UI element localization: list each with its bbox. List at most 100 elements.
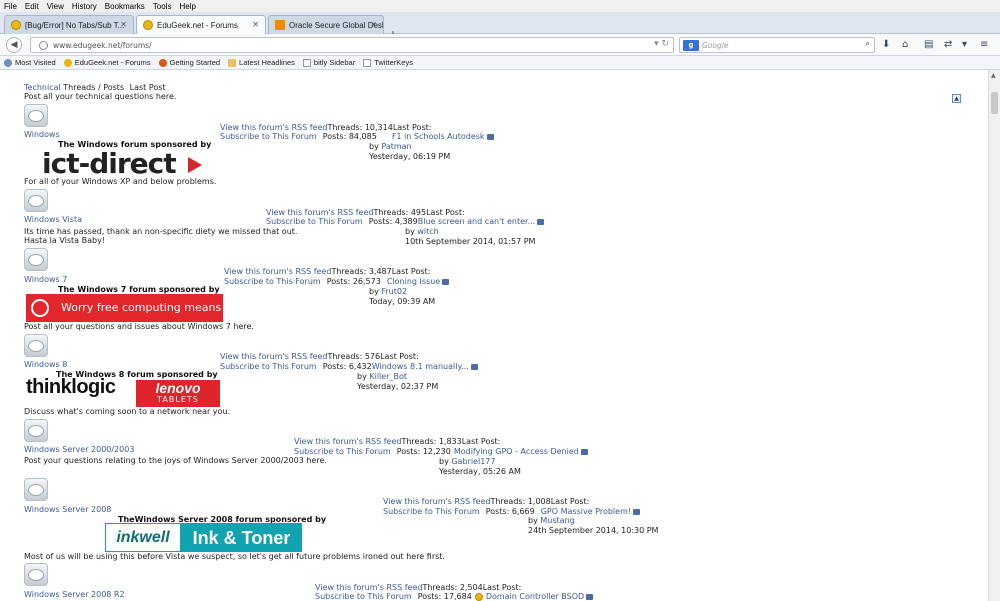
goto-post-icon[interactable] — [586, 593, 594, 600]
download-icon[interactable]: ⬇ — [882, 39, 890, 50]
rss-feed-link[interactable]: View this forum's RSS feedThreads: 576La… — [220, 352, 419, 362]
chevron-down-icon[interactable]: ▾ — [962, 39, 967, 50]
google-icon: g — [683, 40, 699, 51]
last-post-time: 10th September 2014, 01:57 PM — [405, 237, 536, 246]
forum-title-windows-server-2008-r2[interactable]: Windows Server 2008 R2 — [24, 590, 125, 600]
forum-title-windows-server-2008[interactable]: Windows Server 2008 — [24, 505, 111, 515]
forum-title-windows[interactable]: Windows — [24, 130, 60, 140]
addon-icon[interactable]: ⇄ — [944, 39, 952, 50]
rss-feed-link[interactable]: View this forum's RSS feedThreads: 1,833… — [294, 437, 500, 447]
menu-edit[interactable]: Edit — [25, 2, 39, 11]
thinklogic-logo: thinklogic — [26, 376, 116, 398]
last-post-user: by witch — [405, 227, 439, 236]
search-icon[interactable]: ⌕ — [865, 39, 870, 49]
novatech-banner[interactable]: Worry free computing means — [26, 294, 223, 322]
subscribe-link[interactable]: Subscribe to This Forum Posts: 17,684 Doma… — [315, 592, 594, 601]
goto-post-icon[interactable] — [537, 218, 545, 225]
tab-oracle[interactable]: Oracle Secure Global Deskt... ✕ — [268, 15, 384, 34]
last-post-title[interactable]: Windows 8.1 manually... — [372, 362, 469, 371]
collapse-icon[interactable]: ▲ — [952, 94, 961, 103]
edugeek-icon — [63, 58, 72, 67]
goto-post-icon[interactable] — [633, 508, 641, 515]
search-input[interactable]: g Google ⌕ — [679, 37, 875, 53]
bookmark-edugeek[interactable]: EduGeek.net - Forums — [63, 58, 151, 67]
last-post-title[interactable]: Modifying GPO - Access Denied — [454, 447, 579, 456]
subscribe-link[interactable]: Subscribe to This Forum Posts: 26,573 Clon… — [224, 277, 450, 287]
forum-description: Post all your questions and issues about… — [24, 322, 254, 331]
last-post-time: Today, 09:39 AM — [369, 297, 436, 306]
forum-title-windows-server-2003[interactable]: Windows Server 2000/2003 — [24, 445, 134, 455]
subscribe-link[interactable]: Subscribe to This Forum Posts: 12,230 Modi… — [294, 447, 588, 457]
close-icon[interactable]: ✕ — [370, 20, 377, 29]
rss-feed-link[interactable]: View this forum's RSS feedThreads: 1,008… — [383, 497, 589, 507]
menu-history[interactable]: History — [72, 2, 97, 11]
bookmark-getting-started[interactable]: Getting Started — [158, 58, 220, 67]
scrollbar-thumb[interactable] — [991, 92, 998, 114]
menu-help[interactable]: Help — [179, 2, 195, 11]
goto-post-icon[interactable] — [470, 363, 478, 370]
last-post-user: by Mustang — [528, 516, 575, 525]
inkwell-logo[interactable]: inkwell Ink & Toner — [105, 523, 302, 552]
menu-tools[interactable]: Tools — [153, 2, 172, 11]
forum-title-windows-8[interactable]: Windows 8 — [24, 360, 67, 370]
reload-icon[interactable]: ▾ ↻ — [654, 39, 669, 49]
rss-feed-link[interactable]: View this forum's RSS feedThreads: 3,487… — [224, 267, 430, 277]
tab-edugeek-forums[interactable]: EduGeek.net - Forums ✕ — [136, 15, 266, 34]
forum-description: Post your questions relating to the joys… — [24, 456, 327, 465]
globe-icon — [39, 41, 48, 50]
tab-label: EduGeek.net - Forums — [157, 20, 238, 30]
bookmark-bitly-sidebar[interactable]: bitly Sidebar — [302, 58, 355, 67]
url-text: www.edugeek.net/forums/ — [53, 40, 152, 50]
last-post-title[interactable]: Domain Controller BSOD — [486, 592, 584, 601]
menu-file[interactable]: File — [4, 2, 17, 11]
menu-bar: File Edit View History Bookmarks Tools H… — [0, 0, 1000, 12]
novatech-logo-icon — [31, 299, 49, 317]
lenovo-logo: lenovo TABLETS — [136, 380, 220, 407]
bookmark-twitterkeys[interactable]: TwitterKeys — [363, 58, 413, 67]
forum-title-windows-7[interactable]: Windows 7 — [24, 275, 67, 285]
last-post-title[interactable]: Blue screen and can't enter... — [418, 217, 535, 226]
edugeek-icon — [143, 20, 153, 30]
subscribe-link[interactable]: Subscribe to This Forum Posts: 84,085 F1 i… — [220, 132, 494, 142]
last-post-time: Yesterday, 02:37 PM — [357, 382, 439, 391]
close-icon[interactable]: ✕ — [252, 20, 259, 29]
bookmark-latest-headlines[interactable]: Latest Headlines — [228, 58, 295, 67]
column-threads-posts: Threads / Posts — [63, 83, 125, 92]
bookmarks-bar: Most Visited EduGeek.net - Forums Gettin… — [0, 56, 1000, 70]
scroll-up-icon[interactable]: ▲ — [991, 72, 996, 79]
inkwell-wordmark: inkwell — [105, 523, 181, 552]
subscribe-link[interactable]: Subscribe to This Forum Posts: 6,669 GPO M… — [383, 507, 641, 517]
goto-post-icon[interactable] — [486, 133, 494, 140]
last-post-title[interactable]: GPO Massive Problem! — [541, 507, 631, 516]
last-post-time: Yesterday, 05:26 AM — [439, 467, 521, 476]
menu-icon[interactable]: ≡ — [980, 39, 988, 50]
last-post-title[interactable]: F1 in Schools Autodesk — [392, 132, 485, 141]
menu-bookmarks[interactable]: Bookmarks — [105, 2, 145, 11]
home-icon[interactable]: ⌂ — [902, 39, 908, 50]
menu-view[interactable]: View — [47, 2, 64, 11]
forum-status-icon — [24, 419, 48, 442]
category-link[interactable]: Technical — [24, 83, 61, 92]
vertical-scrollbar[interactable]: ▲ — [988, 70, 1000, 601]
url-bar[interactable]: www.edugeek.net/forums/ ▾ ↻ — [30, 37, 674, 53]
ict-direct-logo[interactable]: ict-direct — [42, 147, 207, 180]
forum-status-icon — [24, 189, 48, 212]
subscribe-link[interactable]: Subscribe to This Forum Posts: 6,432Windo… — [220, 362, 478, 372]
svg-text:ict-direct: ict-direct — [42, 148, 176, 178]
subscribe-link[interactable]: Subscribe to This Forum Posts: 4,389Blue … — [266, 217, 545, 227]
goto-post-icon[interactable] — [580, 448, 588, 455]
forum-status-icon — [24, 478, 48, 501]
gear-icon — [4, 58, 12, 67]
forum-title-windows-vista[interactable]: Windows Vista — [24, 215, 82, 225]
search-placeholder: Google — [702, 40, 729, 50]
page-content: Technical Threads / Posts Last Post Post… — [0, 70, 988, 601]
tab-bug-error[interactable]: [Bug/Error] No Tabs/Sub T... ✕ — [4, 15, 134, 34]
last-post-title[interactable]: Cloning Issue — [387, 277, 440, 286]
goto-post-icon[interactable] — [442, 278, 450, 285]
close-icon[interactable]: ✕ — [120, 20, 127, 29]
last-post-time: 24th September 2014, 10:30 PM — [528, 526, 659, 535]
bookmark-most-visited[interactable]: Most Visited — [4, 58, 56, 67]
sponsor-text: The Windows 7 forum sponsored by — [58, 285, 220, 294]
print-icon[interactable]: ▤ — [924, 39, 933, 50]
back-arrow-icon[interactable]: ◀ — [6, 37, 22, 53]
